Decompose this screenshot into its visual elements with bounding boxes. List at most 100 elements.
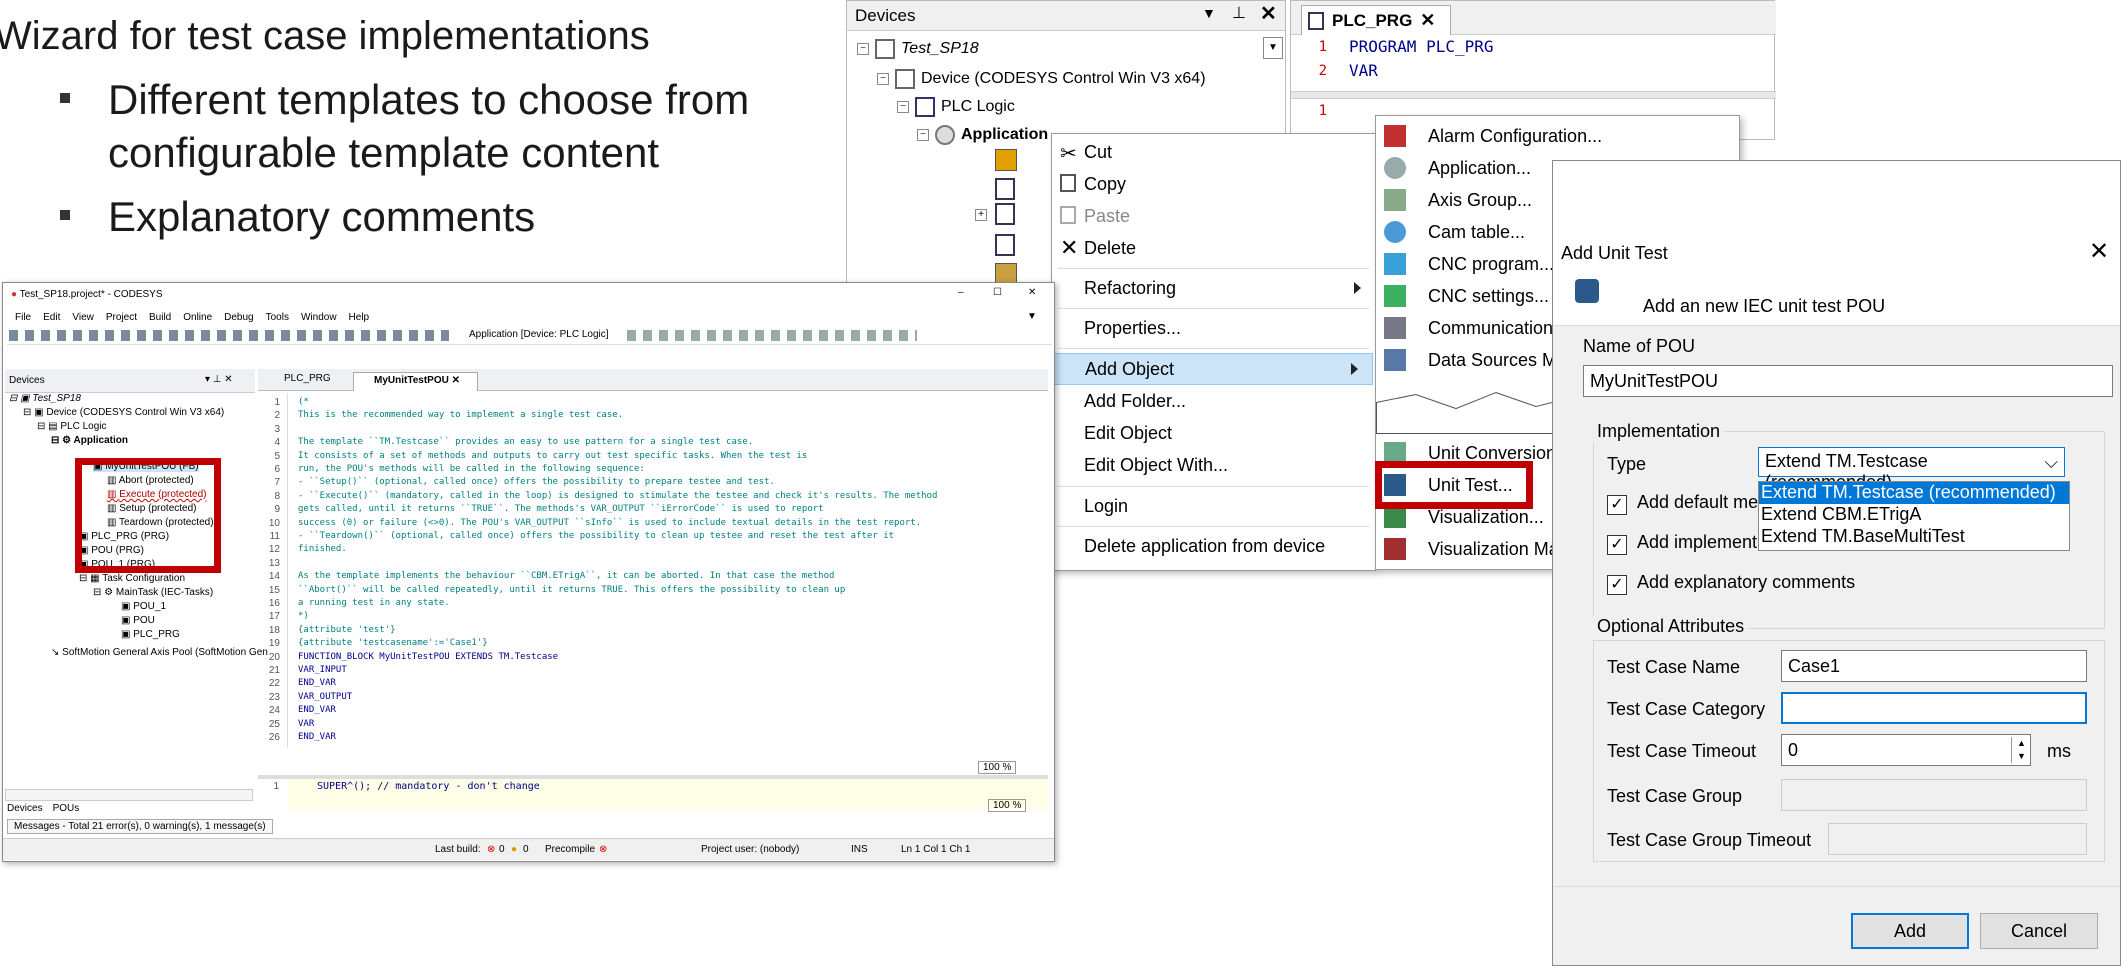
expand-icon[interactable]: + xyxy=(975,209,987,221)
menu-item-edit-object-with[interactable]: Edit Object With... xyxy=(1052,449,1375,481)
menu-help[interactable]: Help xyxy=(349,312,370,323)
tree-item-application[interactable]: − Application xyxy=(917,125,1048,145)
menu-project[interactable]: Project xyxy=(106,312,137,323)
code-line[interactable]: END_VAR xyxy=(298,705,336,715)
code-line[interactable]: - ``Execute()`` (mandatory, called in th… xyxy=(298,491,937,501)
menu-item-add-folder[interactable]: Add Folder... xyxy=(1052,385,1375,417)
minimize-icon[interactable]: – xyxy=(958,287,964,298)
collapse-icon[interactable]: − xyxy=(917,129,929,141)
chevron-down-icon[interactable]: ⌵ xyxy=(2044,452,2058,473)
menu-view[interactable]: View xyxy=(72,312,94,323)
timeout-spinner-icon[interactable]: ▲ ▼ xyxy=(2011,737,2031,763)
tree-dropdown-icon[interactable]: ▼ xyxy=(1263,37,1283,59)
toolbar-icons[interactable] xyxy=(9,330,449,341)
code-line[interactable]: - ``Teardown()`` (optional, called once)… xyxy=(298,531,894,541)
menu-item-copy[interactable]: Copy xyxy=(1052,168,1375,200)
menu-item-delete-application[interactable]: Delete application from device xyxy=(1052,530,1375,562)
pin-icon[interactable]: ⊥ xyxy=(1232,3,1246,23)
tree-item[interactable]: ⊟ ▣ Device (CODESYS Control Win V3 x64) xyxy=(23,407,224,418)
test-case-timeout-input[interactable] xyxy=(1781,734,2031,766)
code-line[interactable]: *) xyxy=(298,611,309,621)
code-line[interactable]: {attribute 'test'} xyxy=(298,625,396,635)
test-case-name-input[interactable] xyxy=(1781,650,2087,682)
zoom-level[interactable]: 100 % xyxy=(988,799,1027,812)
tree-item[interactable]: ⊟ ▦ Task Configuration xyxy=(79,573,185,584)
panel-menu-icon[interactable]: ▾ ⊥ ✕ xyxy=(205,374,233,385)
menu-item-add-object[interactable]: Add Object xyxy=(1054,353,1373,385)
collapse-icon[interactable]: − xyxy=(877,73,889,85)
code-editor[interactable]: 1 (* 2 This is the recommended way to impl… xyxy=(258,393,1048,748)
menu-file[interactable]: File xyxy=(15,312,31,323)
menu-item-refactoring[interactable]: Refactoring xyxy=(1052,272,1375,304)
toolbar-icons[interactable] xyxy=(627,330,917,341)
menu-online[interactable]: Online xyxy=(183,312,212,323)
cancel-button[interactable]: Cancel xyxy=(1980,913,2098,949)
tree-item-project[interactable]: − Test_SP18 xyxy=(857,39,979,59)
menu-window[interactable]: Window xyxy=(301,312,337,323)
active-application-selector[interactable]: Application [Device: PLC Logic] xyxy=(469,329,609,340)
tree-item[interactable]: ⊟ ▣ Test_SP18 xyxy=(9,393,81,404)
zoom-level[interactable]: 100 % xyxy=(978,761,1017,774)
code-line[interactable]: (* xyxy=(298,397,309,407)
messages-tab[interactable]: Messages - Total 21 error(s), 0 warning(… xyxy=(7,819,273,834)
code-line[interactable]: The template ``TM.Testcase`` provides an… xyxy=(298,437,753,447)
tree-item-device[interactable]: − Device (CODESYS Control Win V3 x64) xyxy=(877,69,1206,89)
maximize-icon[interactable]: ☐ xyxy=(993,287,1002,298)
dropdown-arrow-icon[interactable]: ▼ xyxy=(1202,5,1216,21)
collapse-icon[interactable]: − xyxy=(897,101,909,113)
code-line[interactable]: success (0) or failure (<>0). The POU's … xyxy=(298,518,921,528)
menu-item-cut[interactable]: ✂ Cut xyxy=(1052,136,1375,168)
code-line[interactable]: This is the recommended way to implement… xyxy=(298,410,623,420)
close-dialog-icon[interactable]: ✕ xyxy=(2089,237,2109,266)
add-default-methods-checkbox[interactable]: ✓ xyxy=(1607,495,1627,515)
tab-pous[interactable]: POUs xyxy=(53,803,80,814)
close-icon[interactable]: ✕ xyxy=(1028,287,1036,298)
add-button[interactable]: Add xyxy=(1851,913,1969,949)
menu-item-properties[interactable]: Properties... xyxy=(1052,312,1375,344)
tab-devices[interactable]: Devices xyxy=(7,803,43,814)
menu-item-delete[interactable]: ✕ Delete xyxy=(1052,232,1375,264)
horizontal-scrollbar[interactable] xyxy=(5,789,253,801)
code-line[interactable]: It consists of a set of methods and outp… xyxy=(298,451,807,461)
tree-item[interactable]: ▣ POU xyxy=(121,615,155,626)
code-line[interactable]: ``Abort()`` will be called repeatedly, u… xyxy=(298,585,845,595)
code-line[interactable]: VAR xyxy=(298,719,314,729)
code-line[interactable]: finished. xyxy=(298,544,347,554)
close-tab-icon[interactable]: ✕ xyxy=(1420,10,1435,31)
menu-edit[interactable]: Edit xyxy=(43,312,60,323)
menu-build[interactable]: Build xyxy=(149,312,171,323)
code-line[interactable]: gets called, until it returns ``TRUE``. … xyxy=(298,504,824,514)
test-case-category-input[interactable] xyxy=(1781,692,2087,724)
code-line[interactable]: FUNCTION_BLOCK MyUnitTestPOU EXTENDS TM.… xyxy=(298,652,558,662)
splitter[interactable] xyxy=(1291,91,1776,99)
code-line[interactable]: END_VAR xyxy=(298,732,336,742)
code-line[interactable]: PROGRAM PLC_PRG xyxy=(1349,37,1494,56)
tree-item[interactable]: ⊟ ▤ PLC Logic xyxy=(37,421,107,432)
tab-plc-prg[interactable]: PLC_PRG ✕ xyxy=(1301,5,1451,35)
code-line[interactable]: run, the POU's methods will be called in… xyxy=(298,464,645,474)
code-line[interactable]: END_VAR xyxy=(298,678,336,688)
filter-icon[interactable]: ▼ xyxy=(1027,311,1037,322)
menu-item-edit-object[interactable]: Edit Object xyxy=(1052,417,1375,449)
add-explanatory-comments-checkbox[interactable]: ✓ xyxy=(1607,575,1627,595)
tree-item[interactable]: ▣ PLC_PRG xyxy=(121,629,180,640)
type-option[interactable]: Extend TM.BaseMultiTest xyxy=(1761,526,1965,547)
type-option[interactable]: Extend TM.Testcase (recommended) xyxy=(1759,482,2069,504)
tree-item[interactable]: ▣ POU_1 xyxy=(121,601,166,612)
tab-plc-prg[interactable]: PLC_PRG xyxy=(270,373,340,391)
close-icon[interactable]: ✕ xyxy=(1260,1,1277,26)
test-case-group-timeout-input[interactable] xyxy=(1828,823,2087,855)
menu-item-alarm-configuration[interactable]: Alarm Configuration... xyxy=(1376,120,1739,152)
menu-item-login[interactable]: Login xyxy=(1052,490,1375,522)
code-line[interactable]: As the template implements the behaviour… xyxy=(298,571,834,581)
menu-item-paste[interactable]: Paste xyxy=(1052,200,1375,232)
menu-debug[interactable]: Debug xyxy=(224,312,253,323)
code-line[interactable]: - ``Setup()`` (optional, called once) of… xyxy=(298,477,775,487)
menu-tools[interactable]: Tools xyxy=(266,312,289,323)
code-line[interactable]: VAR_INPUT xyxy=(298,665,347,675)
type-select[interactable]: Extend TM.Testcase (recommended)⌵ xyxy=(1758,447,2065,492)
tree-item[interactable]: ↘ SoftMotion General Axis Pool (SoftMoti… xyxy=(51,647,268,658)
tree-item-plc-logic[interactable]: − PLC Logic xyxy=(897,97,1015,117)
code-line[interactable]: SUPER^(); // mandatory - don't change xyxy=(317,781,540,792)
code-line[interactable]: {attribute 'testcasename':='Case1'} xyxy=(298,638,488,648)
